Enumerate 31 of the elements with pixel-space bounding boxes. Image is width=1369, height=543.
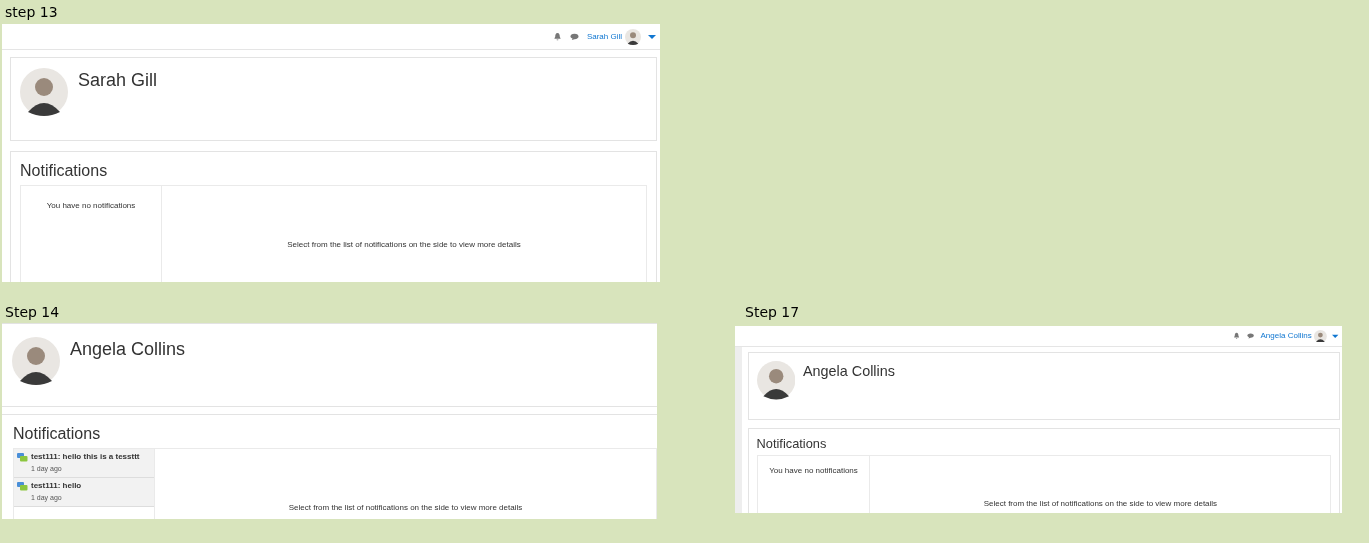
caret-icon[interactable] xyxy=(1332,333,1339,339)
detail-hint: Select from the list of notifications on the side to view more details xyxy=(983,498,1218,511)
empty-message: You have no notifications xyxy=(769,465,858,475)
section-heading: Notifications xyxy=(13,424,102,444)
empty-message: You have no notifications xyxy=(46,201,136,210)
user-menu-link[interactable]: Angela Collins xyxy=(1260,329,1312,342)
step-label: Step 17 xyxy=(745,305,800,319)
detail-hint: Select from the list of notifications on the side to view more details xyxy=(287,239,521,251)
notification-title: test111: hello this is a tessttt xyxy=(31,453,140,462)
detail-hint: Select from the list of notifications on the side to view more details xyxy=(288,502,523,514)
profile-name: Angela Collins xyxy=(70,338,186,361)
chat-bubbles-icon xyxy=(17,481,28,492)
avatar[interactable] xyxy=(1314,329,1327,343)
avatar xyxy=(20,68,68,116)
chat-bubble-icon[interactable] xyxy=(569,32,579,41)
section-heading: Notifications xyxy=(756,435,828,453)
step-label: step 13 xyxy=(5,5,58,19)
avatar xyxy=(12,337,60,385)
notification-bell-icon[interactable] xyxy=(1233,332,1241,340)
step-label: Step 14 xyxy=(5,305,60,319)
section-heading: Notifications xyxy=(20,161,109,181)
notification-bell-icon[interactable] xyxy=(552,32,562,41)
notification-title: test111: hello xyxy=(31,481,82,491)
profile-name: Sarah Gill xyxy=(78,69,158,92)
user-menu-link[interactable]: Sarah Gill xyxy=(586,30,622,43)
avatar xyxy=(756,361,795,400)
avatar[interactable] xyxy=(625,28,641,45)
chat-bubble-icon[interactable] xyxy=(1246,332,1255,340)
chat-bubbles-icon xyxy=(17,453,28,463)
profile-name: Angela Collins xyxy=(802,362,895,381)
caret-icon[interactable] xyxy=(648,33,656,40)
